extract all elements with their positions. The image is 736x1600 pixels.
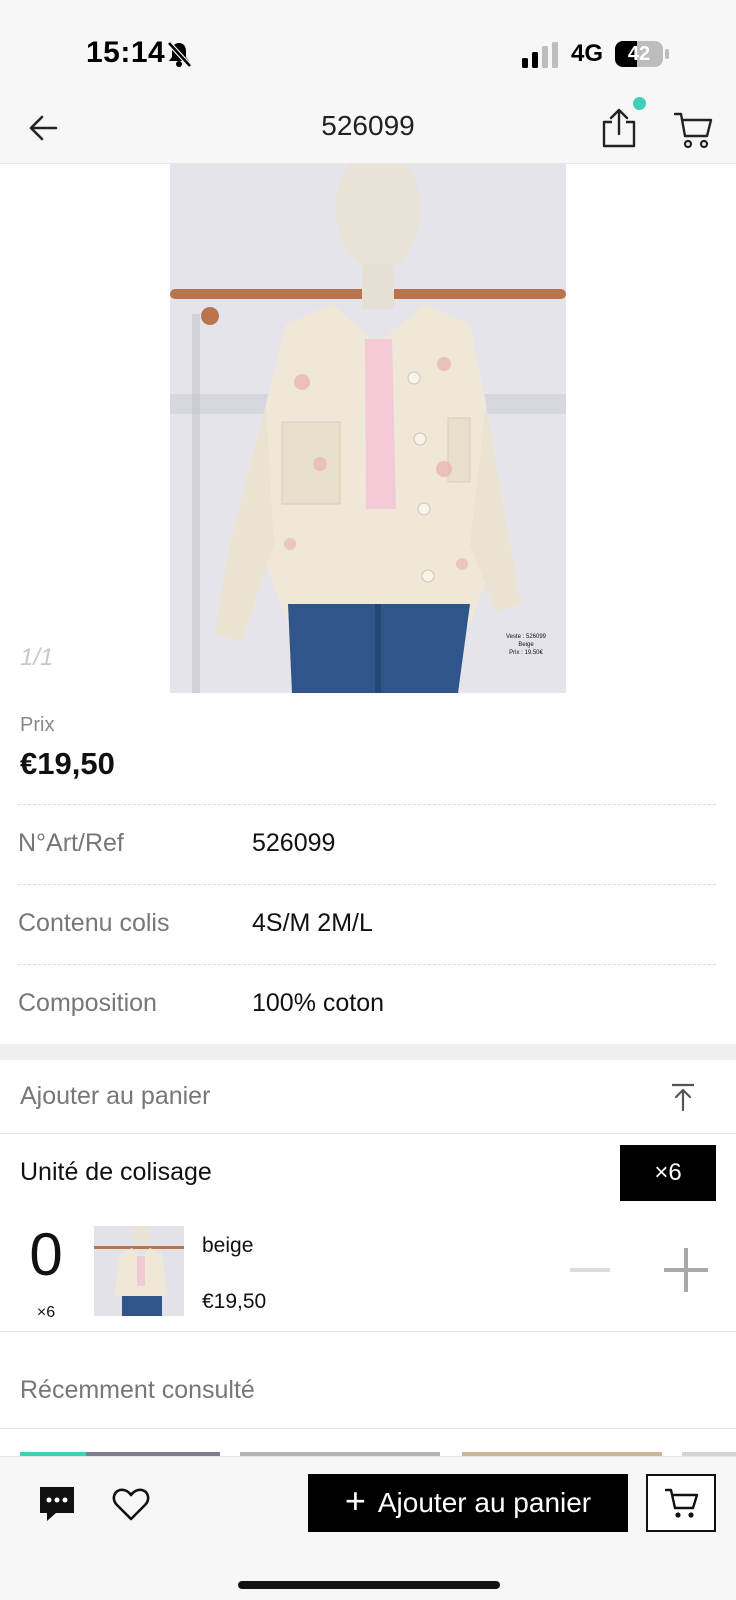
tag-line-2: Beige: [518, 642, 534, 648]
cart-panel-header: Ajouter au panier: [0, 1060, 736, 1134]
variant-price: €19,50: [202, 1290, 267, 1313]
packing-unit-label: Unité de colisage: [20, 1158, 212, 1186]
spec-label: N°Art/Ref: [18, 829, 124, 857]
price-label: Prix: [20, 714, 55, 736]
top-nav: 526099: [0, 97, 736, 164]
variant-color: beige: [202, 1234, 254, 1257]
status-bar: 15:14 4G 42: [0, 0, 736, 100]
add-to-cart-button[interactable]: + Ajouter au panier: [308, 1474, 628, 1532]
signal-icon: [522, 42, 558, 68]
chat-icon[interactable]: [36, 1483, 78, 1525]
bell-off-icon: [167, 41, 192, 68]
cart-panel-title: Ajouter au panier: [20, 1082, 211, 1110]
heart-icon[interactable]: [110, 1483, 152, 1525]
quantity-value: 0: [29, 1221, 63, 1288]
spec-label: Composition: [18, 989, 157, 1017]
spec-row-composition: Composition 100% coton: [18, 964, 716, 1044]
product-photo: Veste : 526099 Beige Prix : 19.50€: [170, 164, 566, 693]
battery-level: 42: [627, 43, 651, 65]
spec-row-package: Contenu colis 4S/M 2M/L: [18, 884, 716, 964]
spec-value: 100% coton: [252, 989, 385, 1017]
share-icon[interactable]: [596, 104, 642, 152]
image-counter: 1/1: [20, 644, 54, 671]
section-divider: [0, 1044, 736, 1060]
status-time: 15:14: [86, 36, 166, 69]
add-to-cart-label: Ajouter au panier: [377, 1487, 592, 1518]
plus-icon: +: [344, 1480, 366, 1521]
notification-dot: [633, 97, 646, 110]
cart-icon[interactable]: [672, 106, 714, 150]
variant-thumbnail[interactable]: [94, 1226, 184, 1316]
spec-row-ref: N°Art/Ref 526099: [18, 804, 716, 884]
scroll-top-icon[interactable]: [668, 1082, 698, 1112]
network-type: 4G: [571, 40, 604, 67]
spec-label: Contenu colis: [18, 909, 170, 937]
tag-line-3: Prix : 19.50€: [509, 650, 543, 656]
variant-row: 0 ×6 beige €19,50: [0, 1212, 736, 1332]
spec-value: 526099: [252, 829, 336, 857]
price-value: €19,50: [20, 746, 115, 781]
home-indicator: [238, 1581, 500, 1589]
quantity-multiplier: ×6: [36, 1304, 56, 1321]
spec-value: 4S/M 2M/L: [252, 909, 373, 937]
tag-line-1: Veste : 526099: [506, 634, 547, 640]
packing-unit-badge[interactable]: ×6: [620, 1145, 716, 1201]
cart-icon: [664, 1488, 699, 1518]
variant-photo: [94, 1226, 184, 1316]
recently-viewed-title: Récemment consulté: [20, 1376, 255, 1404]
minus-icon[interactable]: [566, 1246, 614, 1294]
bottom-action-bar: + Ajouter au panier: [0, 1456, 736, 1600]
view-cart-button[interactable]: [646, 1474, 716, 1532]
divider: [0, 1428, 736, 1429]
plus-icon[interactable]: [662, 1246, 710, 1294]
product-image[interactable]: Veste : 526099 Beige Prix : 19.50€: [170, 164, 566, 693]
